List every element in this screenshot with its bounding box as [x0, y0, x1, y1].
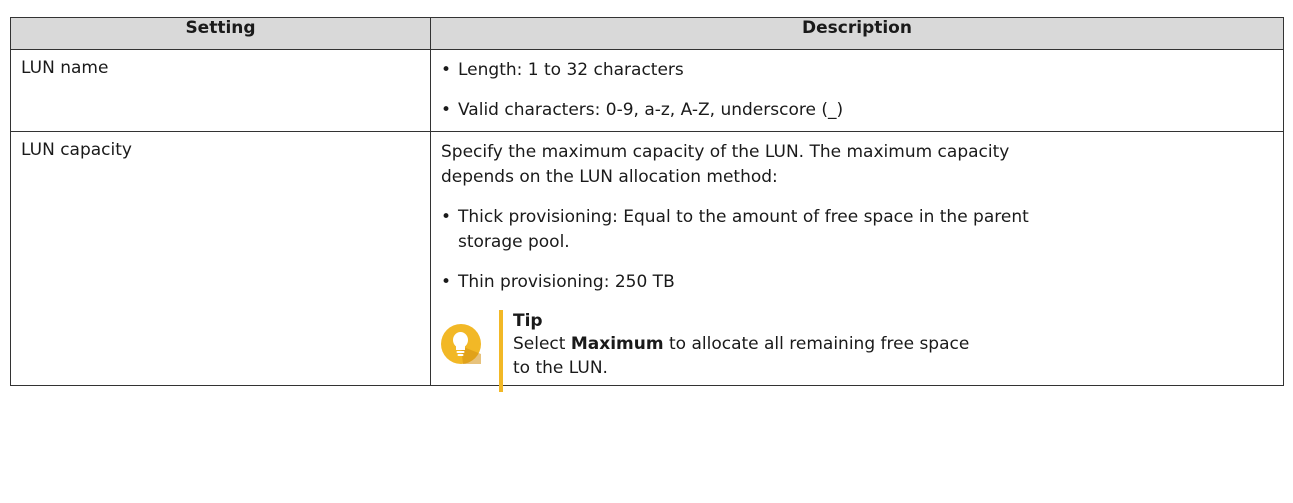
tip-accent-bar [499, 310, 503, 392]
list-item: • Length: 1 to 32 characters [441, 58, 1273, 83]
bullet-marker: • [441, 100, 452, 120]
tip-body: Tip Select Maximum to allocate all remai… [513, 311, 969, 380]
description-cell: Specify the maximum capacity of the LUN.… [430, 131, 1284, 392]
table-header-row: Setting Description [10, 17, 1284, 50]
tip-emphasis: Maximum [570, 334, 664, 354]
setting-cell: LUN name [10, 49, 431, 132]
header-setting: Setting [10, 17, 431, 50]
bullet-list: • Length: 1 to 32 characters • Valid chara… [441, 58, 1273, 123]
header-description: Description [430, 17, 1284, 50]
bullet-marker: • [441, 207, 452, 227]
list-item: • Thick provisioning: Equal to the amount… [441, 207, 1029, 252]
list-item: • Thin provisioning: 250 TB [441, 270, 1273, 295]
description-paragraph: Specify the maximum capacity of the LUN.… [441, 142, 1010, 187]
list-item: • Valid characters: 0-9, a-z, A-Z, unders… [441, 98, 1273, 123]
lightbulb-icon [441, 324, 481, 364]
tip-text: Select Maximum to allocate all remaining… [513, 334, 970, 378]
bullet-marker: • [441, 60, 452, 80]
description-cell: • Length: 1 to 32 characters • Valid chara… [430, 49, 1284, 132]
table-row: LUN capacity Specify the maximum capacit… [10, 131, 1284, 392]
tip-title: Tip [513, 311, 543, 331]
table-row: LUN name • Length: 1 to 32 characters • Va… [10, 49, 1284, 132]
tip-note: Tip Select Maximum to allocate all remai… [441, 310, 1273, 392]
bullet-list: • Thick provisioning: Equal to the amount… [441, 205, 1273, 295]
settings-table: Setting Description LUN name • Length: 1 … [10, 17, 1284, 392]
bullet-marker: • [441, 272, 452, 292]
setting-cell: LUN capacity [10, 131, 431, 386]
